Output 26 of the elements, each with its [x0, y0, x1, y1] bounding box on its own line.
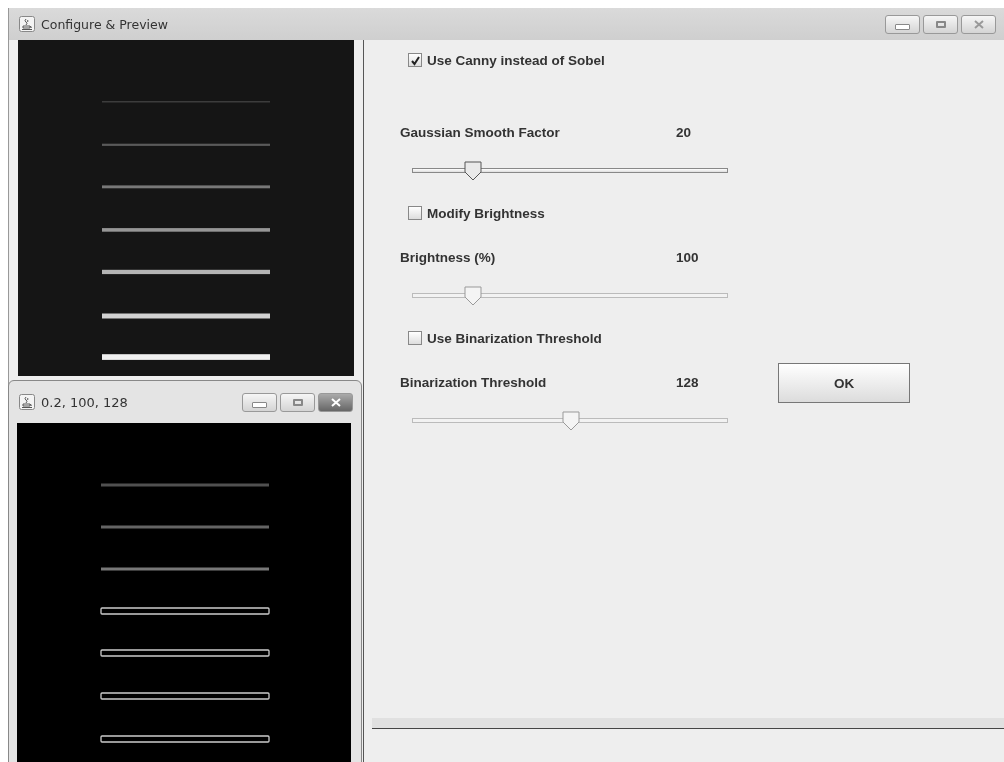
maximize-button[interactable] [280, 392, 315, 412]
window-title: 0.2, 100, 128 [41, 394, 129, 410]
checkbox-label: Use Binarization Threshold [427, 330, 602, 346]
checkbox-label: Use Canny instead of Sobel [427, 52, 605, 68]
close-icon [972, 19, 985, 29]
checkbox[interactable] [408, 206, 422, 220]
checkbox-label: Modify Brightness [427, 205, 545, 221]
checkbox[interactable] [408, 53, 422, 67]
close-button[interactable] [961, 14, 996, 34]
checkbox[interactable] [408, 331, 422, 345]
java-cup-icon [19, 16, 35, 32]
window-title: Configure & Preview [41, 16, 169, 32]
close-icon [329, 397, 342, 407]
slider-value: 20 [676, 124, 692, 140]
maximize-button[interactable] [923, 14, 958, 34]
slider-label: Binarization Threshold [400, 374, 548, 390]
close-button[interactable] [318, 392, 353, 412]
java-cup-icon [19, 394, 35, 410]
slider-label: Gaussian Smooth Factor [400, 124, 561, 140]
slider-label: Brightness (%) [400, 249, 497, 265]
slider-value: 128 [676, 374, 699, 390]
minimize-button[interactable] [242, 392, 277, 412]
slider-thumb[interactable] [463, 161, 484, 181]
minimize-button[interactable] [885, 14, 920, 34]
slider-value: 100 [676, 249, 699, 265]
ok-button[interactable]: OK [778, 363, 910, 403]
